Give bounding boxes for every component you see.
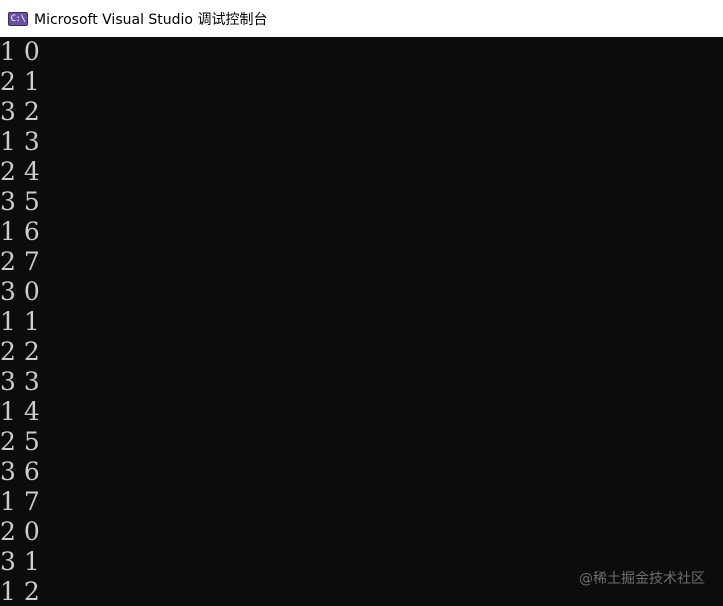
- console-line: 1 1: [0, 307, 40, 336]
- console-line: 2 4: [0, 157, 40, 186]
- console-app-icon: C:\: [8, 11, 28, 26]
- console-line: 3 0: [0, 277, 40, 306]
- console-line: 1 6: [0, 217, 40, 246]
- console-line: 1 4: [0, 397, 40, 426]
- console-line: 3 2: [0, 97, 40, 126]
- console-line: 3 5: [0, 187, 40, 216]
- console-line: 2 7: [0, 247, 40, 276]
- console-line: 2 0: [0, 517, 40, 546]
- console-output-area[interactable]: 1 02 13 21 32 43 51 62 73 01 12 23 31 42…: [0, 37, 723, 606]
- window-title: Microsoft Visual Studio 调试控制台: [34, 11, 268, 28]
- console-line: 2 1: [0, 67, 40, 96]
- console-output-lines: 1 02 13 21 32 43 51 62 73 01 12 23 31 42…: [0, 37, 723, 606]
- console-line: 2 2: [0, 337, 40, 366]
- console-window: C:\ Microsoft Visual Studio 调试控制台 1 02 1…: [0, 0, 723, 606]
- console-line: 3 6: [0, 457, 40, 486]
- title-bar[interactable]: C:\ Microsoft Visual Studio 调试控制台: [0, 0, 723, 37]
- console-line: 3 3: [0, 367, 40, 396]
- console-line: 1 7: [0, 487, 40, 516]
- console-line: 1 0: [0, 37, 40, 66]
- watermark-text: @稀土掘金技术社区: [579, 571, 705, 587]
- console-line: 1 3: [0, 127, 40, 156]
- console-line: 2 5: [0, 427, 40, 456]
